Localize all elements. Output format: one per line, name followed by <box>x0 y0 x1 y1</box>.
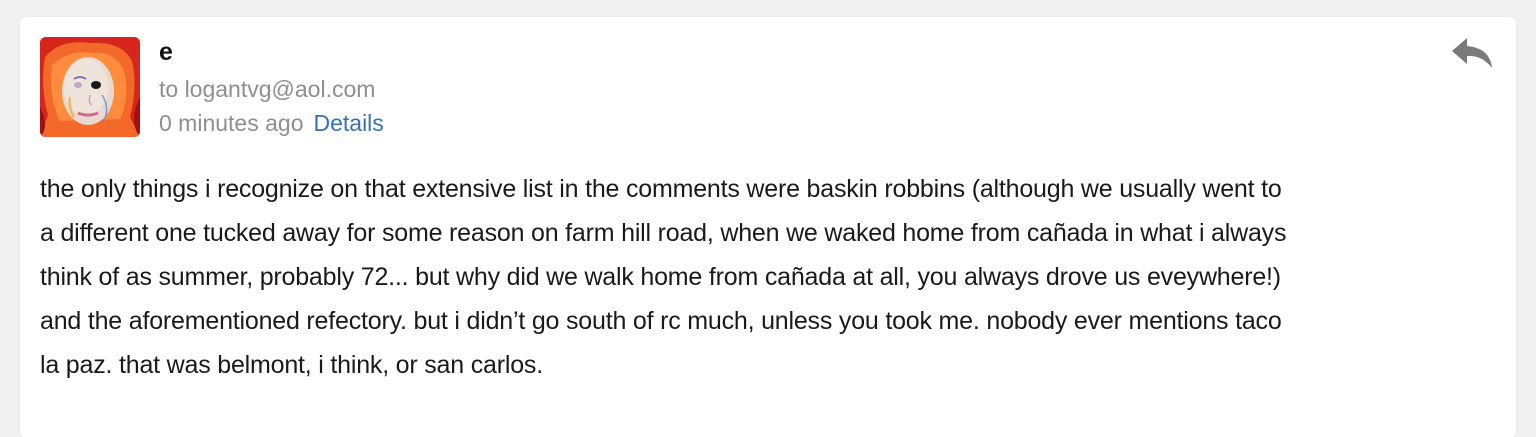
body-line: the only things i recognize on that exte… <box>40 175 1282 203</box>
avatar-portrait-icon <box>40 37 140 137</box>
details-link[interactable]: Details <box>313 110 383 136</box>
reply-icon <box>1452 38 1492 68</box>
body-line: la paz. that was belmont, i think, or sa… <box>40 351 543 379</box>
body-line: think of as summer, probably 72... but w… <box>40 263 1281 291</box>
sender-name: e <box>159 38 173 66</box>
message-meta: 0 minutes ago Details <box>159 109 384 137</box>
timestamp: 0 minutes ago <box>159 110 304 136</box>
reply-button[interactable] <box>1450 35 1496 71</box>
body-line: and the aforementioned refectory. but i … <box>40 307 1282 335</box>
body-line: a different one tucked away for some rea… <box>40 219 1287 247</box>
recipient-line: to logantvg@aol.com <box>159 76 376 102</box>
message-body: the only things i recognize on that exte… <box>40 167 1502 387</box>
sender-avatar[interactable] <box>40 37 140 137</box>
message-card: e to logantvg@aol.com 0 minutes ago Detai… <box>20 17 1516 437</box>
